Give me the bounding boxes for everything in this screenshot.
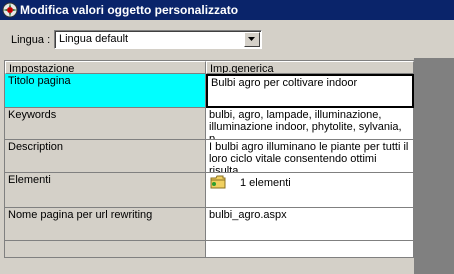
property-value-input[interactable]: Bulbi agro per coltivare indoor [206,74,414,108]
property-value[interactable]: bulbi_agro.aspx [206,208,414,241]
window-title: Modifica valori oggetto personalizzato [20,3,239,17]
dropdown-button[interactable] [244,32,260,47]
table-row[interactable]: Nome pagina per url rewriting bulbi_agro… [5,208,414,241]
elements-count: 1 elementi [240,177,291,189]
property-name[interactable]: Keywords [5,108,206,140]
app-settings-icon [2,2,18,18]
property-value[interactable]: bulbi, agro, lampade, illuminazione, ill… [206,108,414,140]
empty-row [5,241,414,258]
language-label: Lingua : [11,34,51,46]
properties-grid: Impostazione Imp.generica Titolo pagina … [4,60,414,258]
table-row[interactable]: Keywords bulbi, agro, lampade, illuminaz… [5,108,414,140]
property-name[interactable]: Description [5,140,206,173]
property-name[interactable]: Titolo pagina [5,74,206,108]
bottom-strip [0,258,414,274]
empty-cell [5,241,206,258]
table-row[interactable]: Titolo pagina Bulbi agro per coltivare i… [5,74,414,108]
column-header-property[interactable]: Impostazione [5,61,206,74]
language-dropdown[interactable]: Lingua default [54,30,262,49]
empty-cell [206,241,414,258]
folder-icon[interactable] [210,175,226,189]
property-name[interactable]: Elementi [5,173,206,208]
grid-header-row: Impostazione Imp.generica [5,61,414,74]
chevron-down-icon [248,37,255,41]
table-row[interactable]: Description I bulbi agro illuminano le p… [5,140,414,173]
property-value[interactable]: 1 elementi [206,173,414,208]
table-row[interactable]: Elementi 1 elementi [5,173,414,208]
side-panel [414,58,454,274]
column-header-value[interactable]: Imp.generica [206,61,414,74]
language-selected-value: Lingua default [59,33,129,45]
property-name[interactable]: Nome pagina per url rewriting [5,208,206,241]
property-value[interactable]: I bulbi agro illuminano le piante per tu… [206,140,414,173]
window-titlebar[interactable]: Modifica valori oggetto personalizzato [0,0,454,20]
